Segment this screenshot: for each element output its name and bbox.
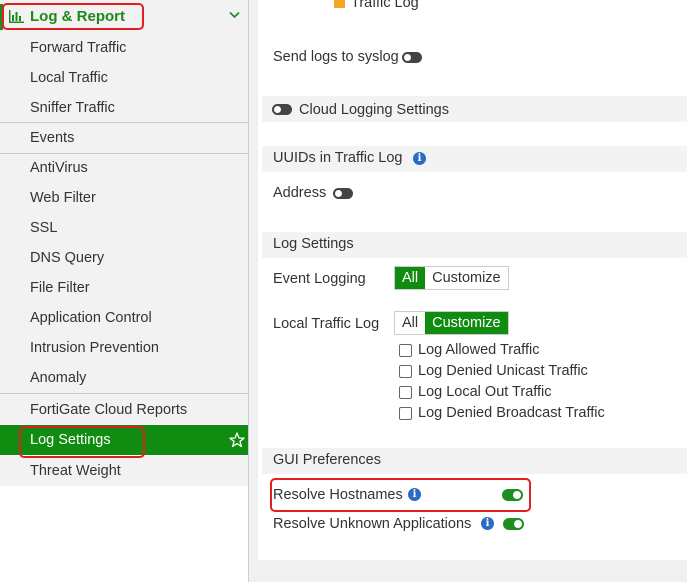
local-traffic-label: Local Traffic Log [273, 316, 380, 332]
info-icon[interactable]: i [413, 152, 426, 165]
highlight-box-log-report [2, 3, 144, 30]
gui-preferences-section-title: GUI Preferences [273, 452, 381, 468]
content-footer-gutter [249, 560, 687, 582]
legend-swatch [334, 0, 345, 8]
sidebar-item-label: FortiGate Cloud Reports [30, 402, 188, 418]
log-local-out-checkbox[interactable] [399, 386, 412, 399]
cloud-logging-toggle[interactable] [272, 104, 292, 115]
cloud-logging-label: Cloud Logging Settings [299, 102, 449, 118]
log-denied-unicast-checkbox[interactable] [399, 365, 412, 378]
sidebar: Log & Report Forward Traffic Local Traff… [0, 0, 249, 582]
sidebar-item-application-control[interactable]: Application Control [0, 304, 248, 334]
event-logging-selector: All Customize [394, 266, 509, 290]
sidebar-item-label: SSL [30, 220, 58, 236]
sidebar-item-label: Local Traffic [30, 70, 108, 86]
sidebar-item-threat-weight[interactable]: Threat Weight [0, 456, 248, 486]
highlight-box-log-settings [19, 426, 145, 458]
event-logging-customize-button[interactable]: Customize [425, 267, 508, 289]
log-settings-section-header: Log Settings [262, 232, 687, 258]
sidebar-item-dns-query[interactable]: DNS Query [0, 244, 248, 274]
checkbox-label: Log Allowed Traffic [418, 342, 540, 358]
sidebar-item-local-traffic[interactable]: Local Traffic [0, 64, 248, 94]
local-traffic-customize-button[interactable]: Customize [425, 312, 508, 334]
local-traffic-selector: All Customize [394, 311, 509, 335]
sidebar-item-label: Application Control [30, 310, 152, 326]
sidebar-item-label: Events [30, 130, 75, 146]
sidebar-item-label: AntiVirus [30, 160, 88, 176]
sidebar-item-ssl[interactable]: SSL [0, 214, 248, 244]
gui-preferences-section-header: GUI Preferences [262, 448, 687, 474]
uuids-section-title: UUIDs in Traffic Log [273, 150, 403, 166]
highlight-box-resolve-hostnames [270, 478, 531, 512]
sidebar-item-label: File Filter [30, 280, 90, 296]
star-icon[interactable] [229, 432, 245, 448]
event-logging-all-button[interactable]: All [395, 267, 426, 289]
log-allowed-traffic-checkbox[interactable] [399, 344, 412, 357]
log-denied-broadcast-checkbox[interactable] [399, 407, 412, 420]
sidebar-item-label: Threat Weight [30, 463, 121, 479]
address-label: Address [273, 185, 327, 201]
chevron-down-icon[interactable] [229, 11, 240, 19]
send-syslog-label: Send logs to syslog [273, 49, 399, 65]
checkbox-label: Log Denied Unicast Traffic [418, 363, 588, 379]
event-logging-label: Event Logging [273, 271, 366, 287]
local-traffic-all-button[interactable]: All [395, 312, 425, 334]
sidebar-item-label: DNS Query [30, 250, 105, 266]
sidebar-item-forward-traffic[interactable]: Forward Traffic [0, 34, 248, 64]
sidebar-item-anomaly[interactable]: Anomaly [0, 364, 248, 394]
sidebar-item-fortigate-cloud-reports[interactable]: FortiGate Cloud Reports [0, 394, 248, 424]
sidebar-item-sniffer-traffic[interactable]: Sniffer Traffic [0, 94, 248, 124]
sidebar-item-label: Forward Traffic [30, 40, 127, 56]
sidebar-item-file-filter[interactable]: File Filter [0, 274, 248, 304]
info-icon[interactable]: i [481, 517, 494, 530]
checkbox-label: Log Denied Broadcast Traffic [418, 405, 605, 421]
address-toggle[interactable] [333, 188, 353, 199]
sidebar-item-label: Web Filter [30, 190, 96, 206]
legend-label: Traffic Log [351, 0, 419, 11]
sidebar-item-label: Anomaly [30, 370, 87, 386]
sidebar-item-antivirus[interactable]: AntiVirus [0, 154, 248, 184]
sidebar-item-intrusion-prevention[interactable]: Intrusion Prevention [0, 334, 248, 364]
sidebar-item-label: Sniffer Traffic [30, 100, 115, 116]
checkbox-label: Log Local Out Traffic [418, 384, 552, 400]
sidebar-item-events[interactable]: Events [0, 123, 248, 153]
log-settings-section-title: Log Settings [273, 236, 354, 252]
send-syslog-toggle[interactable] [402, 52, 422, 63]
sidebar-item-label: Intrusion Prevention [30, 340, 159, 356]
uuids-section-header: UUIDs in Traffic Log [262, 146, 687, 172]
content-gutter [249, 0, 258, 560]
resolve-apps-label: Resolve Unknown Applications [273, 516, 472, 532]
resolve-apps-toggle[interactable] [503, 518, 524, 530]
sidebar-item-web-filter[interactable]: Web Filter [0, 184, 248, 214]
